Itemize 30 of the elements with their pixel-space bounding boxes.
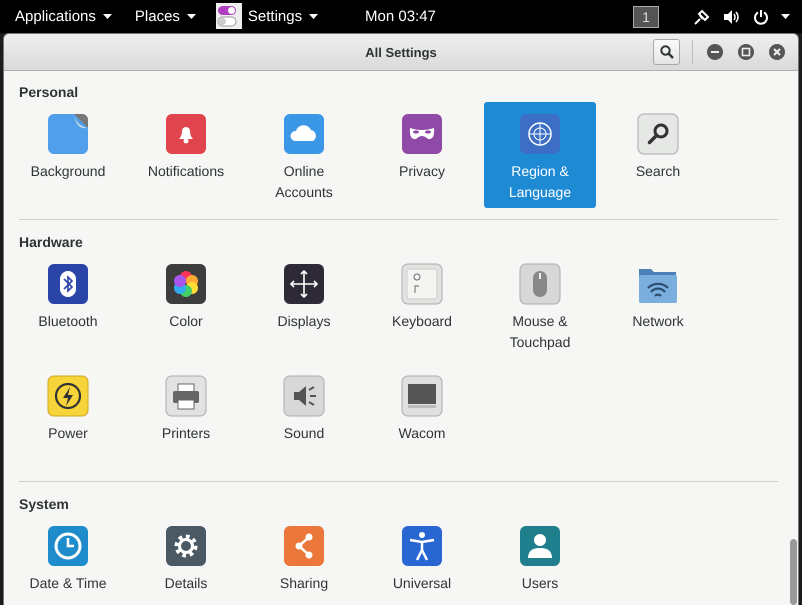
settings-tile[interactable]: Keyboard	[366, 252, 478, 358]
settings-tile[interactable]: Sound	[248, 364, 360, 470]
settings-tile[interactable]: Region & Language	[484, 102, 596, 208]
section-title: Personal	[19, 84, 80, 100]
workspace-indicator[interactable]: 1	[633, 6, 659, 28]
clock-text[interactable]: Mon 03:47	[365, 8, 436, 25]
settings-tile[interactable]: Printers	[130, 364, 242, 470]
top-menu[interactable]: Applications	[7, 0, 120, 33]
settings-tile[interactable]: Color	[130, 252, 242, 358]
settings-tile[interactable]: Network	[602, 252, 714, 358]
section-title: Hardware	[19, 234, 84, 250]
settings-tile[interactable]: Bluetooth	[12, 252, 124, 358]
settings-tile[interactable]: Power	[12, 364, 124, 470]
settings-tile[interactable]: Users	[484, 514, 596, 605]
section-title: System	[19, 496, 70, 512]
top-menu[interactable]: Places	[126, 0, 204, 33]
settings-tile[interactable]: Details	[130, 514, 242, 605]
window-title: All Settings	[365, 45, 437, 60]
settings-tile[interactable]: Universal	[366, 514, 478, 605]
settings-tile[interactable]: Online Accounts	[248, 102, 360, 208]
settings-tile[interactable]: Displays	[248, 252, 360, 358]
top-menu[interactable]: Settings	[218, 0, 326, 33]
settings-tile[interactable]: Mouse & Touchpad	[484, 252, 596, 358]
settings-tile[interactable]: Privacy	[366, 102, 478, 208]
settings-tile[interactable]: Date & Time	[12, 514, 124, 605]
settings-tile[interactable]: Background	[12, 102, 124, 208]
settings-tile[interactable]: Sharing	[248, 514, 360, 605]
settings-tile[interactable]: Search	[602, 102, 714, 208]
settings-tile[interactable]: Wacom	[366, 364, 478, 470]
settings-tile[interactable]: Notifications	[130, 102, 242, 208]
